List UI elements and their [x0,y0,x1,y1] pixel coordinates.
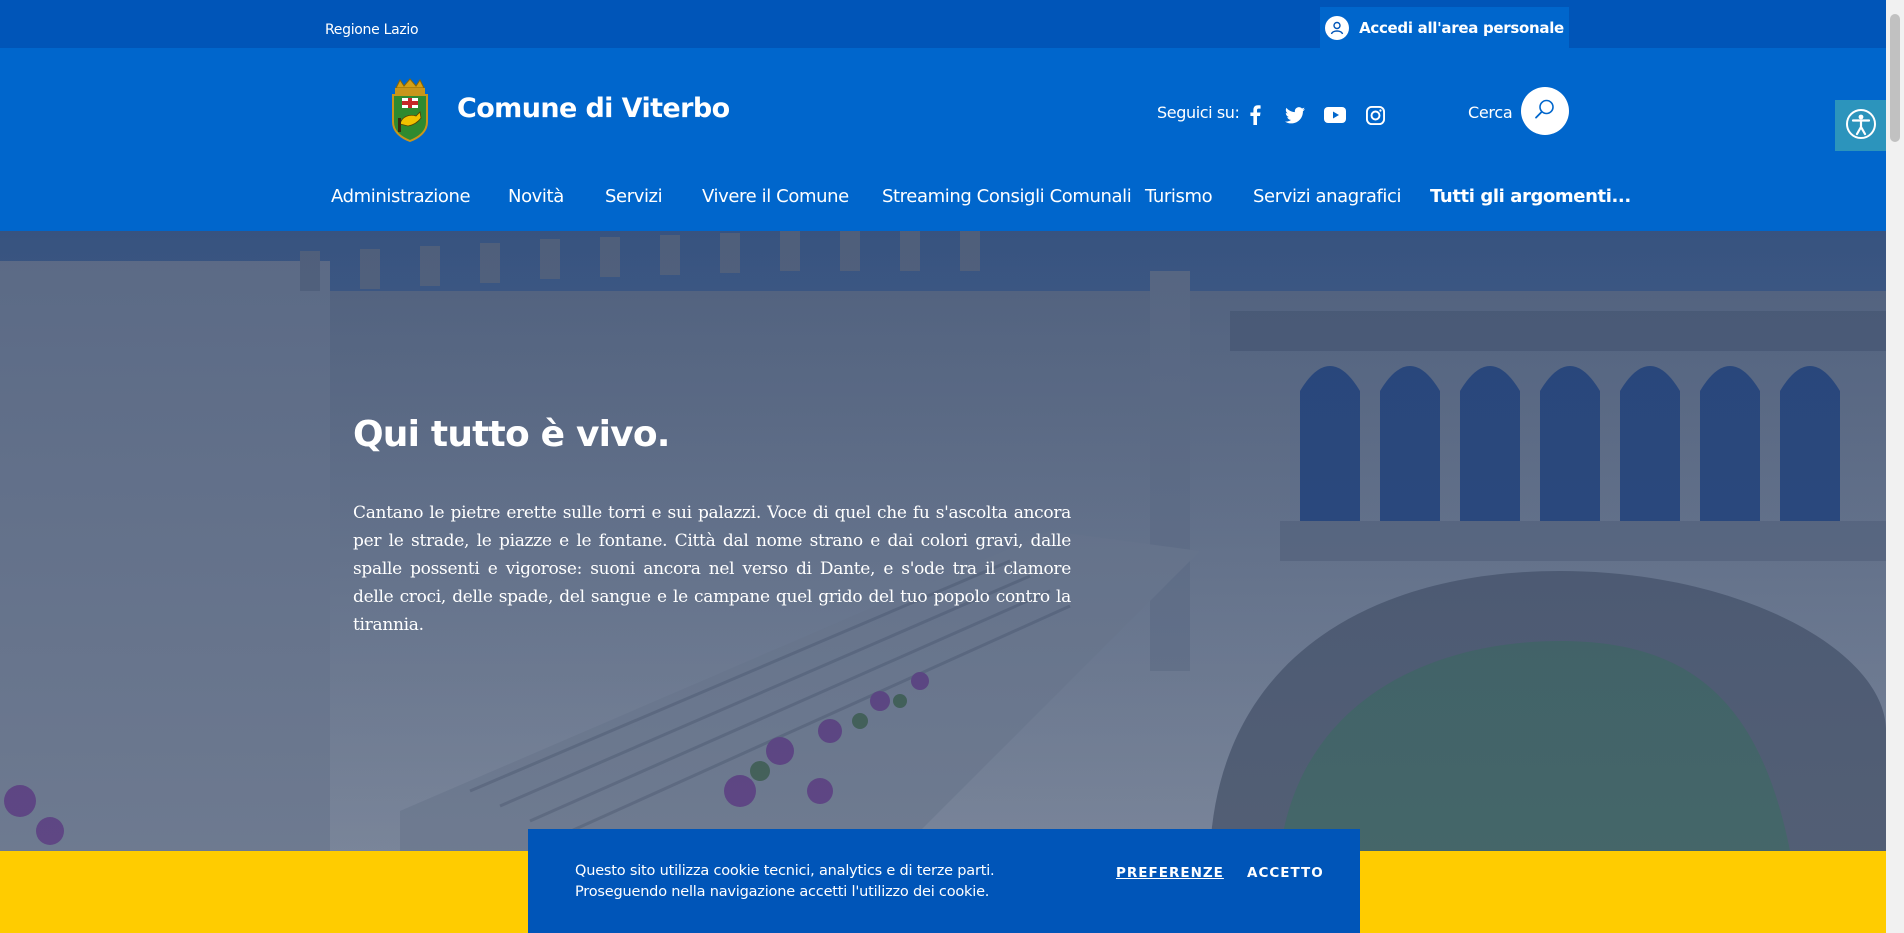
login-label: Accedi all'area personale [1359,18,1564,37]
main-navigation: Administrazione Novità Servizi Vivere il… [0,158,1886,231]
instagram-icon[interactable] [1363,103,1387,127]
scrollbar-thumb[interactable] [1890,14,1900,142]
nav-item-tutti-gli-argomenti[interactable]: Tutti gli argomenti... [1430,186,1631,207]
nav-item-servizi[interactable]: Servizi [605,186,663,207]
nav-item-servizi-anagrafici[interactable]: Servizi anagrafici [1253,186,1401,207]
cookie-preferences-button[interactable]: PREFERENZE [1116,865,1224,881]
top-bar: Regione Lazio Accedi all'area personale [0,0,1886,48]
cookie-accept-button[interactable]: ACCETTO [1247,865,1324,881]
site-header: Comune di Viterbo Seguici su: Cerca [0,48,1886,158]
cookie-message-line-2: Proseguendo nella navigazione accetti l'… [575,884,990,900]
facebook-icon[interactable] [1243,103,1267,127]
nav-item-streaming-consigli[interactable]: Streaming Consigli Comunali [882,186,1132,207]
cookie-message: Questo sito utilizza cookie tecnici, ana… [575,861,995,903]
nav-item-turismo[interactable]: Turismo [1145,186,1213,207]
user-icon [1325,15,1350,40]
cookie-banner: Questo sito utilizza cookie tecnici, ana… [528,829,1360,933]
twitter-icon[interactable] [1283,103,1307,127]
nav-item-novita[interactable]: Novità [508,186,564,207]
hero-paragraph: Cantano le pietre erette sulle torri e s… [353,503,1071,635]
site-title[interactable]: Comune di Viterbo [457,93,730,124]
youtube-icon[interactable] [1323,103,1347,127]
nav-item-amministrazione[interactable]: Administrazione [331,186,471,207]
coat-of-arms-logo[interactable] [390,78,430,143]
login-button[interactable]: Accedi all'area personale [1320,7,1569,48]
accessibility-button[interactable] [1835,100,1886,151]
page-scrollbar[interactable] [1886,0,1904,933]
search-icon [1534,98,1556,124]
follow-label: Seguici su: [1157,103,1240,122]
accessibility-icon [1845,108,1877,144]
search-button[interactable] [1521,87,1569,135]
nav-item-vivere-il-comune[interactable]: Vivere il Comune [702,186,849,207]
search-label[interactable]: Cerca [1468,103,1513,122]
cookie-message-line-1: Questo sito utilizza cookie tecnici, ana… [575,863,995,879]
hero-title: Qui tutto è vivo. [353,414,670,455]
region-link[interactable]: Regione Lazio [325,22,419,38]
